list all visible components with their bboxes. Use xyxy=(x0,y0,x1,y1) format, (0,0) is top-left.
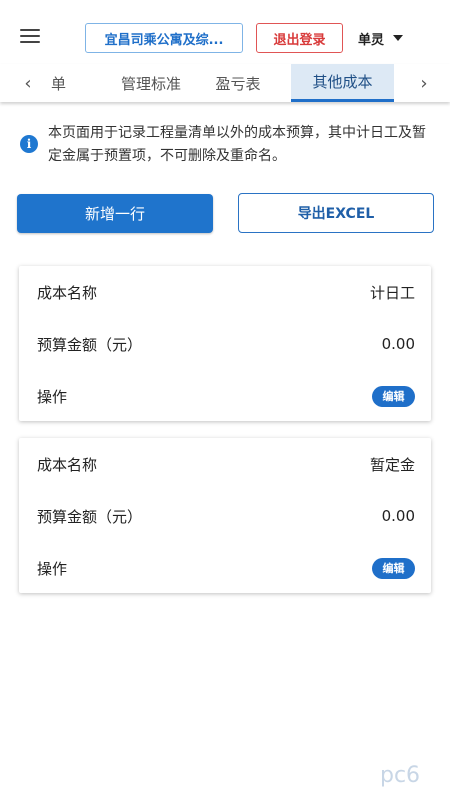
operation-row: 操作 编辑 xyxy=(37,556,415,580)
info-text: 本页面用于记录工程量清单以外的成本预算，其中计日工及暂定金属于预置项，不可删除及… xyxy=(48,125,426,164)
chevron-left-icon[interactable]: ‹ xyxy=(14,64,42,102)
operation-label: 操作 xyxy=(37,559,68,578)
watermark-logo: pc6 xyxy=(380,763,421,788)
tab-other-costs[interactable]: 其他成本 xyxy=(291,64,394,102)
budget-amount-value: 0.00 xyxy=(381,335,415,353)
cost-name-row: 成本名称 计日工 xyxy=(37,280,415,304)
caret-down-icon xyxy=(393,35,404,41)
budget-amount-label: 预算金额（元） xyxy=(37,335,143,354)
hamburger-icon[interactable] xyxy=(20,29,40,45)
info-notice: i 本页面用于记录工程量清单以外的成本预算，其中计日工及暂定金属于预置项，不可删… xyxy=(20,122,432,168)
logout-button[interactable]: 退出登录 xyxy=(256,23,343,53)
cost-name-value: 暂定金 xyxy=(369,455,415,474)
tab-bar: 单 ‹ 管理标准 盈亏表 其他成本 › xyxy=(0,64,450,102)
cost-name-row: 成本名称 暂定金 xyxy=(37,452,415,476)
export-excel-button[interactable]: 导出EXCEL xyxy=(238,193,434,233)
tab-management-standard[interactable]: 管理标准 xyxy=(95,64,207,102)
tab-profit-loss[interactable]: 盈亏表 xyxy=(198,64,278,102)
edit-button[interactable]: 编辑 xyxy=(372,385,415,407)
cost-name-label: 成本名称 xyxy=(37,283,98,302)
cost-name-value: 计日工 xyxy=(369,283,415,302)
budget-amount-value: 0.00 xyxy=(381,507,415,525)
operation-label: 操作 xyxy=(37,387,68,406)
add-row-button[interactable]: 新增一行 xyxy=(17,194,213,233)
user-menu[interactable]: 单灵 xyxy=(358,23,404,53)
user-name: 单灵 xyxy=(358,32,385,48)
project-select-button[interactable]: 宜昌司乘公寓及综... xyxy=(85,23,243,53)
app-header: 宜昌司乘公寓及综... 退出登录 单灵 xyxy=(0,0,450,64)
budget-amount-row: 预算金额（元） 0.00 xyxy=(37,504,415,528)
budget-amount-label: 预算金额（元） xyxy=(37,507,143,526)
cost-name-label: 成本名称 xyxy=(37,455,98,474)
edit-button[interactable]: 编辑 xyxy=(372,557,415,579)
operation-row: 操作 编辑 xyxy=(37,384,415,408)
budget-amount-row: 预算金额（元） 0.00 xyxy=(37,332,415,356)
cost-card: 成本名称 暂定金 预算金额（元） 0.00 操作 编辑 xyxy=(19,438,431,593)
info-icon: i xyxy=(20,135,38,153)
cost-card: 成本名称 计日工 预算金额（元） 0.00 操作 编辑 xyxy=(19,266,431,421)
chevron-right-icon[interactable]: › xyxy=(410,64,438,102)
